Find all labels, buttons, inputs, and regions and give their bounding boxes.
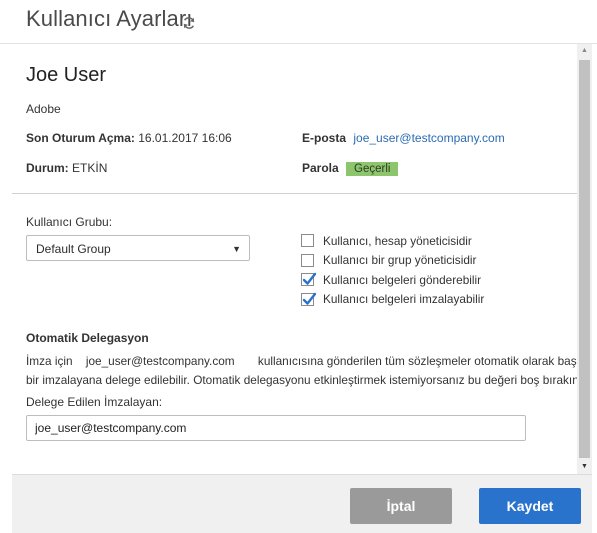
permission-label: Kullanıcı belgeleri imzalayabilir [323, 292, 485, 307]
dialog-header: Kullanıcı Ayarları [0, 0, 597, 44]
permission-checkboxes: Kullanıcı, hesap yöneticisidir Kullanıcı … [301, 231, 484, 309]
save-button[interactable]: Kaydet [479, 488, 581, 524]
email-label: E-posta [302, 131, 347, 145]
delegation-description-line1: İmza için joe_user@testcompany.com kulla… [26, 354, 589, 368]
user-name: Joe User [26, 64, 107, 86]
permission-row[interactable]: Kullanıcı bir grup yöneticisidir [301, 251, 484, 271]
last-login-value: 16.01.2017 16:06 [138, 131, 232, 145]
settings-panel: Joe User Adobe Son Oturum Açma: 16.01.20… [12, 44, 592, 474]
email-info: E-posta joe_user@testcompany.com [302, 131, 505, 145]
permission-checkbox[interactable] [301, 234, 314, 248]
checkmark-icon [302, 292, 317, 305]
delegation-text-prefix: İmza için [26, 354, 73, 368]
permission-label: Kullanıcı bir grup yöneticisidir [323, 253, 477, 268]
status-label: Durum: [26, 161, 69, 175]
scroll-down-arrow-icon[interactable]: ▼ [577, 460, 592, 474]
password-label: Parola [302, 161, 339, 175]
password-status-badge: Geçerli [346, 161, 399, 176]
status-info: Durum: ETKİN [26, 161, 107, 175]
email-link[interactable]: joe_user@testcompany.com [353, 131, 504, 145]
password-info: Parola Geçerli [302, 161, 399, 176]
scroll-up-arrow-icon[interactable]: ▲ [577, 44, 592, 58]
dialog-footer: İptal Kaydet [12, 474, 592, 533]
section-divider [12, 193, 578, 194]
user-group-select[interactable]: Default Group ▼ [26, 235, 250, 261]
last-login-info: Son Oturum Açma: 16.01.2017 16:06 [26, 131, 232, 145]
delegated-signer-input[interactable] [26, 415, 526, 441]
auto-delegation-title: Otomatik Delegasyon [26, 331, 149, 345]
checkmark-icon [302, 273, 317, 285]
permission-checkbox[interactable] [301, 253, 314, 267]
dropdown-caret-icon: ▼ [232, 244, 241, 254]
user-group-selected: Default Group [36, 242, 111, 256]
permission-label: Kullanıcı, hesap yöneticisidir [323, 233, 472, 248]
dialog-title: Kullanıcı Ayarları [26, 6, 193, 31]
delegation-text-email: joe_user@testcompany.com [85, 354, 235, 368]
status-value: ETKİN [72, 161, 108, 175]
permission-label: Kullanıcı belgeleri gönderebilir [323, 272, 482, 287]
permission-checkbox[interactable] [301, 273, 317, 287]
scroll-thumb[interactable] [579, 60, 590, 458]
delegated-signer-label: Delege Edilen İmzalayan: [26, 395, 163, 409]
permission-row[interactable]: Kullanıcı belgeleri imzalayabilir [301, 290, 484, 310]
vertical-scrollbar[interactable]: ▲ ▼ [577, 44, 592, 474]
delegation-text-suffix: kullanıcısına gönderilen tüm sözleşmeler… [257, 354, 590, 368]
user-group-label: Kullanıcı Grubu: [26, 215, 113, 229]
last-login-label: Son Oturum Açma: [26, 131, 135, 145]
cancel-button[interactable]: İptal [350, 488, 452, 524]
refresh-icon[interactable] [182, 16, 196, 30]
company-name: Adobe [26, 102, 61, 116]
permission-row[interactable]: Kullanıcı, hesap yöneticisidir [301, 231, 484, 251]
permission-checkbox[interactable] [301, 292, 317, 306]
permission-row[interactable]: Kullanıcı belgeleri gönderebilir [301, 270, 484, 290]
delegation-description-line2: bir imzalayana delege edilebilir. Otomat… [26, 373, 583, 387]
